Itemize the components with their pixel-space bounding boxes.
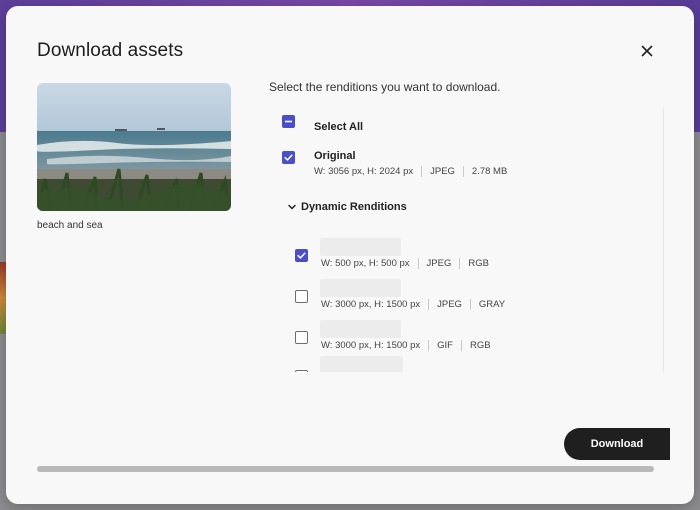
rendition-color-space: RGB	[468, 258, 489, 269]
beach-image	[37, 83, 231, 211]
close-icon	[641, 45, 653, 57]
rendition-dimensions: W: 3000 px, H: 1500 px	[321, 340, 421, 351]
rendition-format: JPEG	[426, 258, 452, 269]
renditions-list[interactable]: Select All Original W: 3056 px, H: 2024 …	[269, 108, 664, 372]
rendition-checkbox-4[interactable]	[295, 370, 308, 372]
rendition-checkbox-1[interactable]	[295, 249, 308, 262]
preview-caption: beach and sea	[37, 220, 103, 231]
horizontal-scrollbar[interactable]	[37, 466, 654, 472]
rendition-color-space: RGB	[469, 340, 491, 351]
original-checkbox[interactable]	[282, 151, 295, 164]
asset-preview-image	[37, 83, 231, 211]
rendition-checkbox-2[interactable]	[295, 290, 308, 303]
close-button[interactable]	[637, 41, 657, 61]
rendition-name-placeholder	[320, 356, 403, 372]
rendition-dimensions: W: 3000 px, H: 1500 px	[321, 299, 421, 310]
rendition-metadata-1: W: 500 px, H: 500 px JPEG RGB	[321, 258, 489, 269]
rendition-dimensions: W: 500 px, H: 500 px	[321, 258, 410, 269]
original-dimensions: W: 3056 px, H: 2024 px	[314, 166, 414, 177]
rendition-format: GIF	[437, 340, 453, 351]
rendition-checkbox-3[interactable]	[295, 331, 308, 344]
original-size: 2.78 MB	[471, 166, 508, 177]
rendition-name-placeholder	[320, 238, 401, 256]
rendition-format: JPEG	[437, 299, 462, 310]
select-all-label: Select All	[314, 121, 364, 133]
instruction-text: Select the renditions you want to downlo…	[269, 80, 501, 94]
download-assets-dialog: Download assets beach and sea Select the…	[6, 6, 694, 504]
checkmark-icon	[284, 154, 293, 161]
checkmark-icon	[297, 252, 306, 259]
scrollbar-thumb[interactable]	[37, 466, 654, 472]
original-metadata: W: 3056 px, H: 2024 px JPEG 2.78 MB	[314, 166, 507, 177]
dialog-title: Download assets	[37, 40, 184, 61]
dynamic-renditions-toggle[interactable]: Dynamic Renditions	[301, 201, 407, 213]
indeterminate-icon	[285, 120, 292, 123]
rendition-name-placeholder	[320, 320, 401, 338]
original-label: Original	[314, 150, 356, 162]
select-all-checkbox[interactable]	[282, 115, 295, 128]
rendition-metadata-2: W: 3000 px, H: 1500 px JPEG GRAY	[321, 299, 505, 310]
download-button[interactable]: Download	[564, 428, 670, 460]
rendition-name-placeholder	[320, 279, 401, 297]
chevron-down-icon[interactable]	[286, 201, 298, 213]
rendition-color-space: GRAY	[478, 299, 506, 310]
rendition-metadata-3: W: 3000 px, H: 1500 px GIF RGB	[321, 340, 491, 351]
original-format: JPEG	[430, 166, 455, 177]
